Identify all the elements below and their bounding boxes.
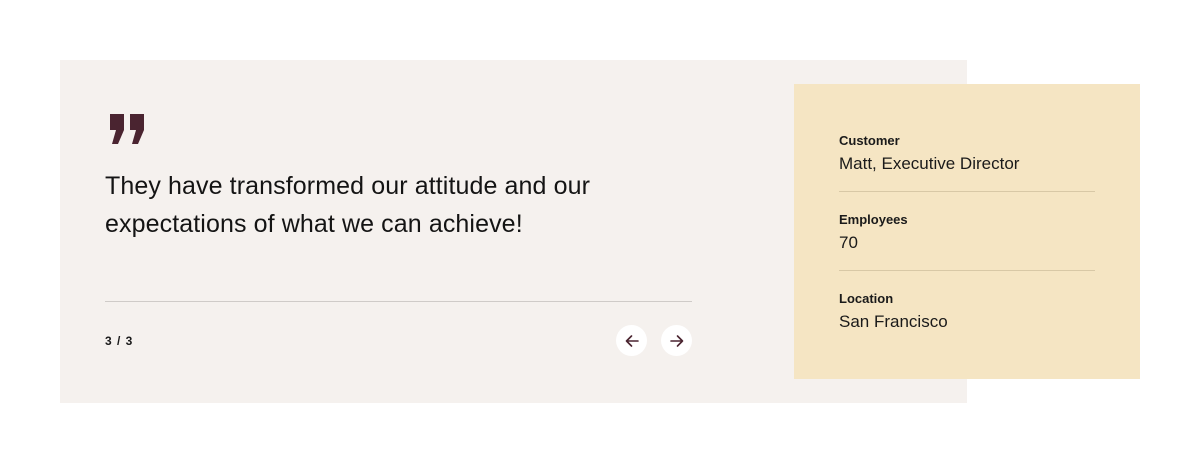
customer-info-card — [794, 84, 1140, 379]
arrow-left-icon — [625, 334, 639, 347]
quote-mark-icon — [110, 114, 144, 144]
testimonial-quote: They have transformed our attitude and o… — [105, 172, 591, 238]
location-value: San Francisco — [839, 312, 948, 331]
info-divider — [839, 191, 1095, 192]
location-label: Location — [839, 291, 894, 306]
divider — [105, 301, 692, 302]
previous-button[interactable] — [616, 325, 647, 356]
testimonial-section: They have transformed our attitude and o… — [0, 0, 1200, 463]
slide-counter: 3 / 3 — [105, 334, 134, 348]
next-button[interactable] — [661, 325, 692, 356]
employees-label: Employees — [839, 212, 908, 227]
customer-value: Matt, Executive Director — [839, 154, 1020, 173]
employees-value: 70 — [839, 233, 858, 252]
info-divider — [839, 270, 1095, 271]
arrow-right-icon — [669, 334, 683, 347]
customer-label: Customer — [839, 133, 900, 148]
